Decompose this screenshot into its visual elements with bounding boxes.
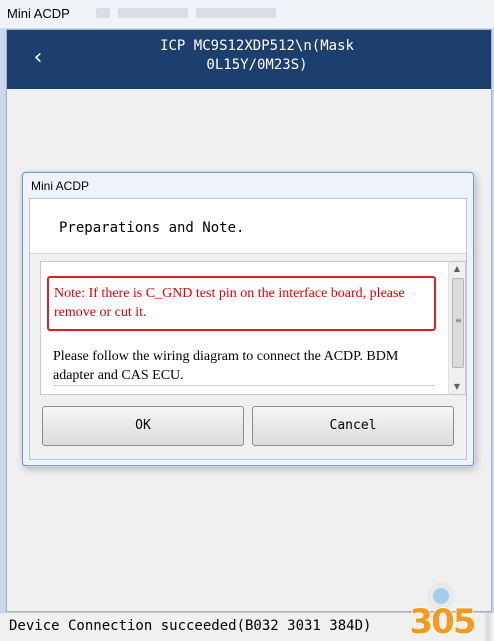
app-header: ‹ ICP MC9S12XDP512\n(Mask 0L15Y/0M23S): [7, 30, 491, 89]
dialog-heading-panel: Preparations and Note.: [30, 199, 466, 254]
note-text: Note: If there is C_GND test pin on the …: [54, 286, 405, 320]
grip-icon: ≡: [455, 316, 462, 325]
content-divider: [53, 385, 435, 386]
connection-status: Device Connection succeeded(B032 3031 38…: [9, 618, 372, 634]
ok-button[interactable]: OK: [42, 406, 244, 446]
chevron-left-icon: ‹: [33, 45, 43, 70]
note-highlight-box: Note: If there is C_GND test pin on the …: [47, 276, 436, 331]
dialog-title: Mini ACDP: [31, 179, 90, 193]
svg-text:305: 305: [410, 602, 475, 640]
scroll-down-icon[interactable]: ▼: [449, 380, 465, 394]
brand-watermark-logo: 305: [409, 582, 478, 640]
dialog-body: Preparations and Note. Note: If there is…: [29, 198, 467, 460]
instructions-panel: Note: If there is C_GND test pin on the …: [40, 261, 466, 395]
instructions-text: Please follow the wiring diagram to conn…: [53, 349, 399, 383]
vertical-scrollbar[interactable]: ▲ ≡ ▼: [448, 262, 465, 394]
cancel-button[interactable]: Cancel: [252, 406, 454, 446]
outer-title-bar: Mini ACDP: [0, 0, 494, 29]
scroll-up-icon[interactable]: ▲: [449, 262, 465, 276]
background-window-ghost: [96, 4, 396, 22]
outer-window-title: Mini ACDP: [7, 6, 70, 21]
scroll-thumb[interactable]: ≡: [452, 278, 464, 368]
dialog-heading: Preparations and Note.: [59, 220, 245, 236]
preparation-dialog: Mini ACDP Preparations and Note. Note: I…: [22, 172, 474, 466]
header-title: ICP MC9S12XDP512\n(Mask 0L15Y/0M23S): [160, 38, 354, 73]
back-button[interactable]: ‹: [23, 44, 53, 74]
